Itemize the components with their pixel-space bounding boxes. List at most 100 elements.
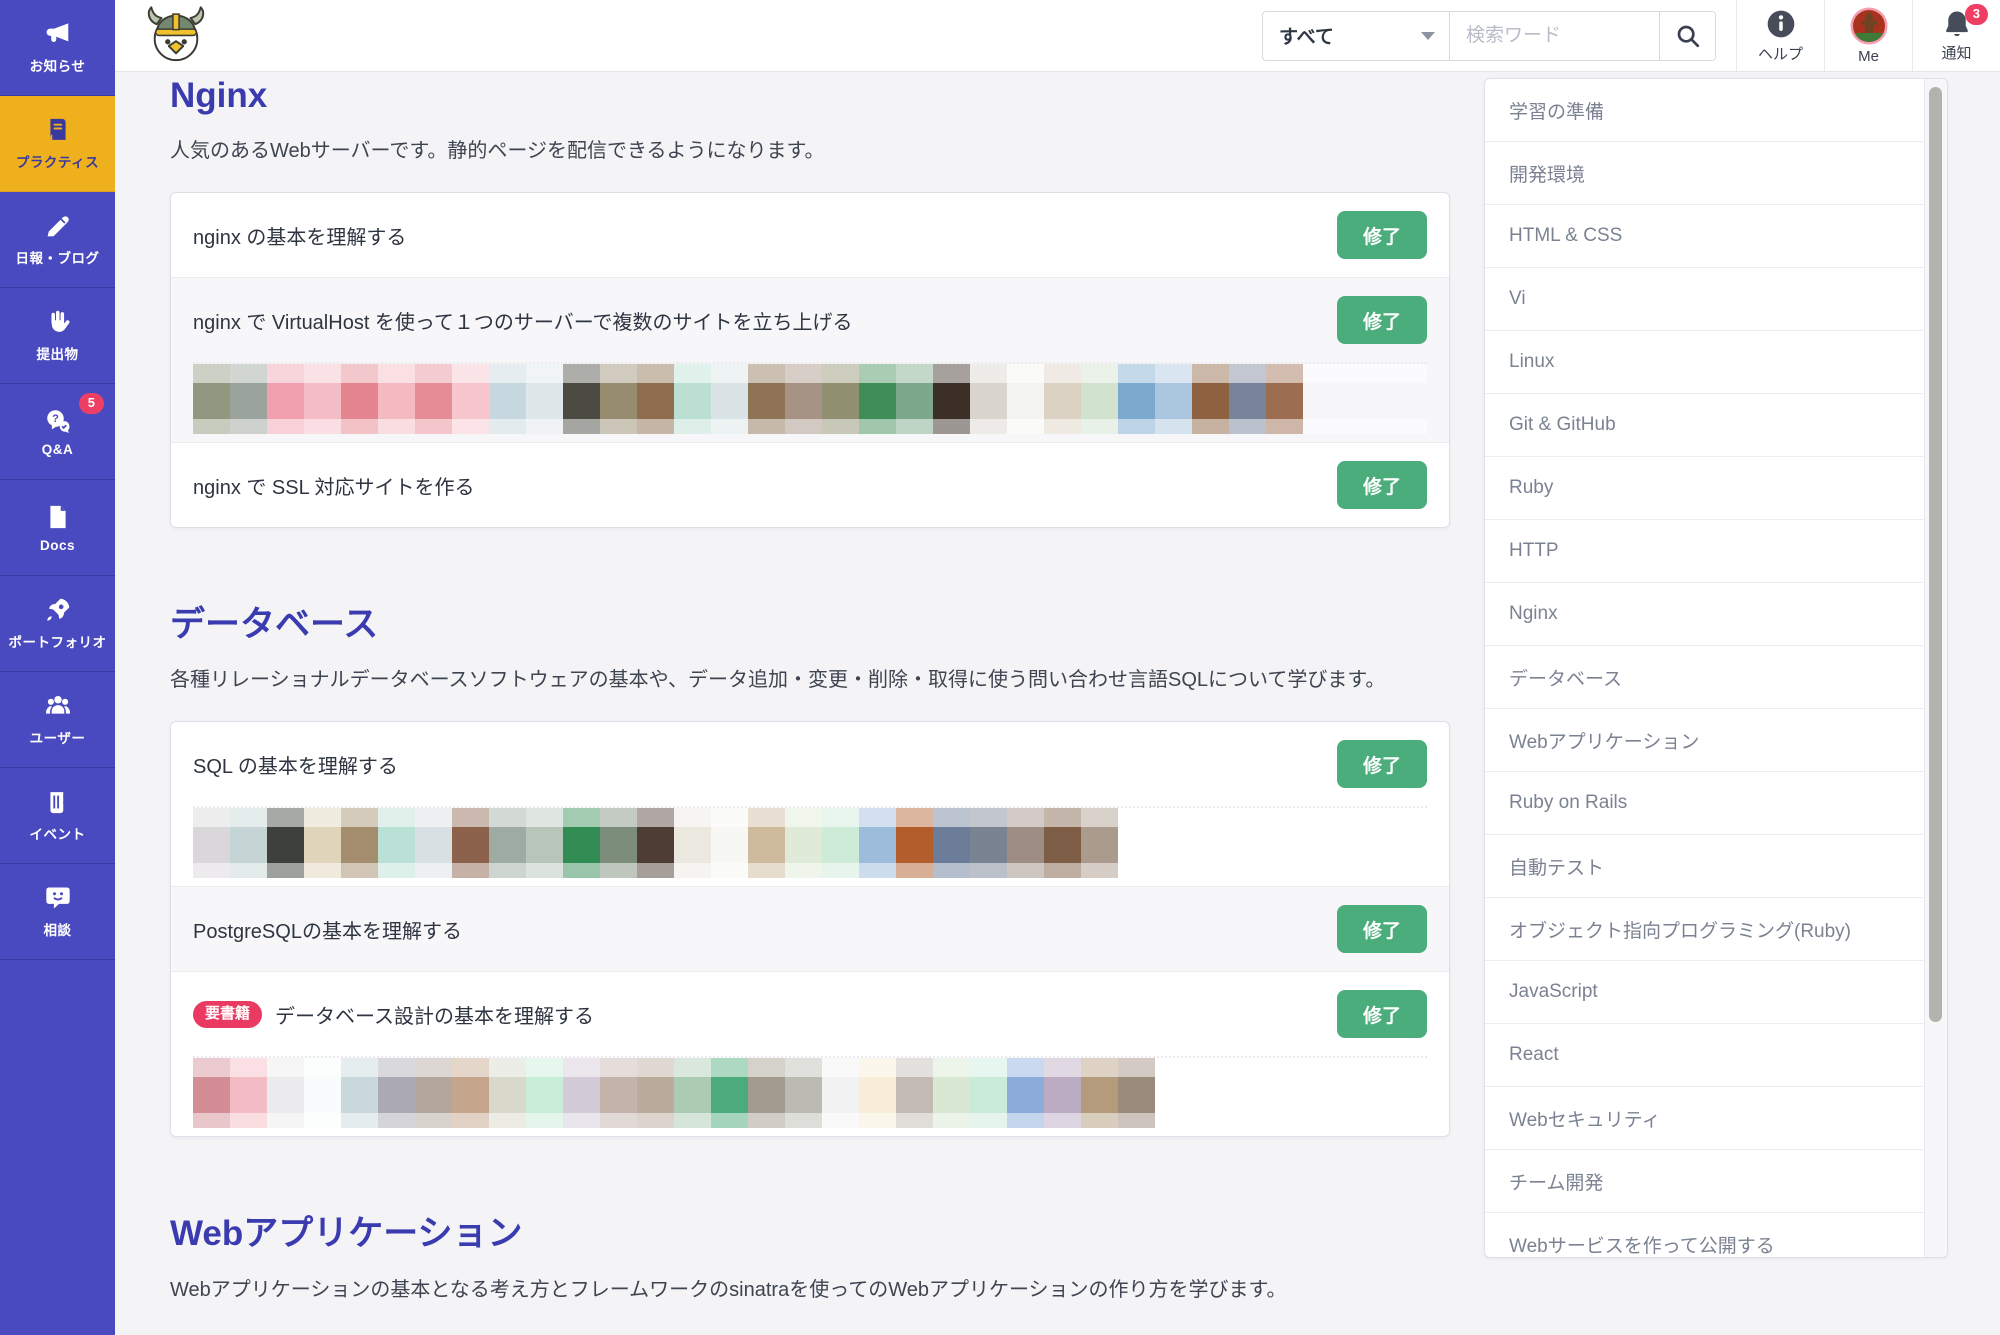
category-item[interactable]: Webサービスを作って公開する bbox=[1485, 1213, 1925, 1275]
category-item[interactable]: JavaScript bbox=[1485, 961, 1925, 1024]
user-avatar[interactable] bbox=[711, 1058, 748, 1128]
complete-button[interactable]: 修了 bbox=[1337, 461, 1427, 509]
user-avatar[interactable] bbox=[452, 1058, 489, 1128]
user-avatar[interactable] bbox=[674, 364, 711, 434]
user-avatar[interactable] bbox=[230, 364, 267, 434]
user-avatar[interactable] bbox=[1118, 1058, 1155, 1128]
user-avatar[interactable] bbox=[748, 808, 785, 878]
user-avatar[interactable] bbox=[1081, 364, 1118, 434]
user-avatar[interactable] bbox=[304, 364, 341, 434]
user-avatar[interactable] bbox=[267, 1058, 304, 1128]
sidebar-item-chat-smile[interactable]: 相談 bbox=[0, 864, 115, 960]
category-item[interactable]: 学習の準備 bbox=[1485, 79, 1925, 142]
user-avatar[interactable] bbox=[896, 808, 933, 878]
user-avatar[interactable] bbox=[822, 364, 859, 434]
user-avatar[interactable] bbox=[1007, 808, 1044, 878]
scrollbar-thumb[interactable] bbox=[1929, 87, 1942, 1022]
user-avatar[interactable] bbox=[341, 364, 378, 434]
user-avatar[interactable] bbox=[378, 1058, 415, 1128]
user-avatar[interactable] bbox=[526, 364, 563, 434]
complete-button[interactable]: 修了 bbox=[1337, 905, 1427, 953]
user-avatar[interactable] bbox=[674, 808, 711, 878]
user-avatar[interactable] bbox=[859, 808, 896, 878]
category-item[interactable]: Ruby on Rails bbox=[1485, 772, 1925, 835]
user-avatar[interactable] bbox=[304, 1058, 341, 1128]
sidebar-item-qa-bubbles[interactable]: 5 ? Q&A bbox=[0, 384, 115, 480]
user-avatar[interactable] bbox=[785, 808, 822, 878]
category-item[interactable]: 開発環境 bbox=[1485, 142, 1925, 205]
user-avatar[interactable] bbox=[674, 1058, 711, 1128]
category-item[interactable]: データベース bbox=[1485, 646, 1925, 709]
user-avatar[interactable] bbox=[489, 808, 526, 878]
user-avatar[interactable] bbox=[1007, 364, 1044, 434]
user-avatar[interactable] bbox=[970, 1058, 1007, 1128]
complete-button[interactable]: 修了 bbox=[1337, 211, 1427, 259]
user-avatar[interactable] bbox=[193, 808, 230, 878]
user-avatar[interactable] bbox=[822, 1058, 859, 1128]
notifications-button[interactable]: 3 通知 bbox=[1912, 0, 2000, 71]
user-avatar[interactable] bbox=[230, 1058, 267, 1128]
user-avatar[interactable] bbox=[970, 364, 1007, 434]
site-logo[interactable] bbox=[145, 2, 207, 69]
practice-item-title[interactable]: nginx の基本を理解する bbox=[193, 221, 1321, 250]
user-avatar[interactable] bbox=[563, 808, 600, 878]
user-avatar[interactable] bbox=[711, 364, 748, 434]
user-avatar[interactable] bbox=[378, 364, 415, 434]
user-avatar[interactable] bbox=[563, 1058, 600, 1128]
user-avatar[interactable] bbox=[748, 1058, 785, 1128]
category-item[interactable]: Webセキュリティ bbox=[1485, 1087, 1925, 1150]
user-avatar[interactable] bbox=[748, 364, 785, 434]
user-avatar[interactable] bbox=[1007, 1058, 1044, 1128]
user-avatar[interactable] bbox=[1266, 364, 1303, 434]
user-avatar[interactable] bbox=[785, 364, 822, 434]
user-avatar[interactable] bbox=[193, 1058, 230, 1128]
sidebar-item-users[interactable]: ユーザー bbox=[0, 672, 115, 768]
user-avatar[interactable] bbox=[415, 808, 452, 878]
search-input[interactable] bbox=[1450, 12, 1659, 60]
complete-button[interactable]: 修了 bbox=[1337, 740, 1427, 788]
category-item[interactable]: 自動テスト bbox=[1485, 835, 1925, 898]
user-avatar[interactable] bbox=[526, 808, 563, 878]
user-avatar[interactable] bbox=[452, 364, 489, 434]
user-avatar[interactable] bbox=[1044, 1058, 1081, 1128]
category-item[interactable]: Nginx bbox=[1485, 583, 1925, 646]
category-item[interactable]: HTML & CSS bbox=[1485, 205, 1925, 268]
user-avatar[interactable] bbox=[600, 364, 637, 434]
user-avatar[interactable] bbox=[193, 364, 230, 434]
category-item[interactable]: Git & GitHub bbox=[1485, 394, 1925, 457]
user-avatar[interactable] bbox=[859, 364, 896, 434]
user-avatar[interactable] bbox=[637, 808, 674, 878]
user-avatar[interactable] bbox=[933, 808, 970, 878]
practice-item-title[interactable]: nginx で VirtualHost を使って１つのサーバーで複数のサイトを立… bbox=[193, 306, 1321, 335]
category-item[interactable]: オブジェクト指向プログラミング(Ruby) bbox=[1485, 898, 1925, 961]
user-avatar[interactable] bbox=[341, 808, 378, 878]
practice-item-title[interactable]: 要書籍 データベース設計の基本を理解する bbox=[193, 1000, 1321, 1029]
user-avatar[interactable] bbox=[563, 364, 600, 434]
category-item[interactable]: Vi bbox=[1485, 268, 1925, 331]
user-avatar[interactable] bbox=[933, 1058, 970, 1128]
category-item[interactable]: HTTP bbox=[1485, 520, 1925, 583]
practice-item-title[interactable]: nginx で SSL 対応サイトを作る bbox=[193, 471, 1321, 500]
complete-button[interactable]: 修了 bbox=[1337, 296, 1427, 344]
user-avatar[interactable] bbox=[267, 808, 304, 878]
search-button[interactable] bbox=[1659, 12, 1715, 60]
scrollbar-track[interactable] bbox=[1924, 79, 1947, 1257]
sidebar-item-document[interactable]: Docs bbox=[0, 480, 115, 576]
me-button[interactable]: Me bbox=[1824, 0, 1912, 71]
user-avatar[interactable] bbox=[526, 1058, 563, 1128]
user-avatar[interactable] bbox=[415, 364, 452, 434]
user-avatar[interactable] bbox=[1229, 364, 1266, 434]
category-item[interactable]: チーム開発 bbox=[1485, 1150, 1925, 1213]
sidebar-item-rocket[interactable]: ポートフォリオ bbox=[0, 576, 115, 672]
user-avatar[interactable] bbox=[859, 1058, 896, 1128]
user-avatar[interactable] bbox=[230, 808, 267, 878]
category-item[interactable]: Ruby bbox=[1485, 457, 1925, 520]
complete-button[interactable]: 修了 bbox=[1337, 990, 1427, 1038]
help-button[interactable]: ヘルプ bbox=[1736, 0, 1824, 71]
category-item[interactable]: Linux bbox=[1485, 331, 1925, 394]
user-avatar[interactable] bbox=[896, 364, 933, 434]
search-scope-select[interactable]: すべて bbox=[1263, 12, 1450, 60]
user-avatar[interactable] bbox=[1044, 364, 1081, 434]
sidebar-item-hand[interactable]: 提出物 bbox=[0, 288, 115, 384]
user-avatar[interactable] bbox=[378, 808, 415, 878]
